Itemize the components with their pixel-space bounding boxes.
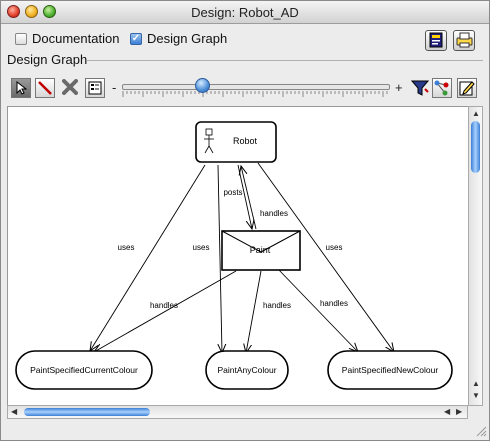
documentation-label[interactable]: Documentation — [32, 31, 119, 46]
filter-icon — [410, 80, 430, 96]
draw-edge-tool-button[interactable] — [35, 78, 55, 98]
scroll-left-arrow-icon[interactable]: ◀ — [11, 407, 17, 416]
properties-icon — [88, 81, 102, 95]
scroll-left-arrow-icon[interactable]: ◀ — [444, 407, 450, 416]
edge-label: uses — [118, 243, 135, 252]
graph-svg: uses uses uses posts handles handles han… — [15, 121, 453, 390]
scroll-right-arrow-icon[interactable]: ▶ — [456, 407, 462, 416]
print-button[interactable] — [453, 30, 475, 51]
zoom-slider-thumb[interactable] — [194, 78, 210, 93]
node-label: PaintAnyColour — [217, 365, 276, 375]
delete-tool-button[interactable] — [60, 78, 80, 98]
zoom-out-label[interactable]: - — [112, 80, 116, 95]
print-preview-button[interactable] — [425, 30, 447, 51]
design-graph-checkbox[interactable]: ✓ — [130, 33, 142, 45]
select-arrow-icon — [16, 80, 28, 95]
edge-label: handles — [260, 209, 288, 218]
edge-paint-handles-new[interactable] — [277, 268, 358, 352]
print-icon — [456, 32, 472, 48]
vertical-scroll-thumb[interactable] — [471, 121, 480, 173]
node-paint-specified-new-colour[interactable]: PaintSpecifiedNewColour — [327, 350, 453, 390]
node-paint[interactable]: Paint — [221, 230, 301, 271]
edit-button[interactable] — [457, 78, 477, 98]
design-graph-label[interactable]: Design Graph — [147, 31, 227, 46]
design-graph-canvas[interactable]: uses uses uses posts handles handles han… — [7, 106, 474, 406]
filter-button[interactable] — [410, 78, 430, 98]
layout-graph-button[interactable] — [432, 78, 452, 98]
edge-robot-posts-paint[interactable] — [237, 164, 252, 229]
edge-paint-handles-any[interactable] — [246, 270, 262, 353]
edge-label: handles — [263, 301, 291, 310]
select-tool-button[interactable] — [11, 78, 31, 98]
layout-graph-icon — [434, 80, 449, 96]
title-bar[interactable]: Design: Robot_AD — [1, 1, 489, 24]
edge-label: uses — [326, 243, 343, 252]
properties-tool-button[interactable] — [85, 78, 105, 98]
scroll-up-arrow-icon[interactable]: ▲ — [472, 109, 480, 118]
design-graph-section-label: Design Graph — [7, 52, 88, 67]
zoom-slider-track[interactable] — [122, 84, 390, 90]
edge-label: posts — [223, 188, 242, 197]
scroll-up-arrow-icon[interactable]: ▲ — [472, 379, 480, 388]
zoom-slider-ticks — [122, 91, 388, 97]
print-preview-icon — [429, 32, 443, 48]
horizontal-scroll-thumb[interactable] — [24, 408, 150, 416]
node-paint-any-colour[interactable]: PaintAnyColour — [205, 350, 289, 390]
node-label: PaintSpecifiedCurrentColour — [30, 365, 138, 375]
resize-grip-icon[interactable] — [475, 425, 487, 437]
vertical-scrollbar[interactable]: ▲ ▲ ▼ — [468, 106, 483, 406]
edge-paint-handles-robot[interactable] — [241, 166, 257, 230]
edge-label: handles — [320, 299, 348, 308]
edit-icon — [459, 81, 475, 96]
zoom-in-label[interactable]: + — [395, 80, 403, 95]
edge-label: uses — [193, 243, 210, 252]
design-window: Design: Robot_AD Documentation ✓ Design … — [0, 0, 490, 441]
edge-label: handles — [150, 301, 178, 310]
scroll-down-arrow-icon[interactable]: ▼ — [472, 391, 480, 400]
window-title: Design: Robot_AD — [191, 5, 299, 20]
node-label: Paint — [250, 245, 271, 255]
section-divider — [87, 60, 483, 61]
draw-line-icon — [38, 81, 52, 95]
documentation-checkbox[interactable] — [15, 33, 27, 45]
node-label: PaintSpecifiedNewColour — [342, 365, 439, 375]
node-robot[interactable]: Robot — [195, 121, 277, 163]
node-label: Robot — [233, 136, 258, 146]
edge-paint-handles-current[interactable] — [94, 270, 237, 352]
node-paint-specified-current-colour[interactable]: PaintSpecifiedCurrentColour — [15, 350, 153, 390]
edge-robot-uses-current[interactable] — [90, 164, 206, 351]
delete-x-icon — [62, 79, 78, 95]
view-options-row: Documentation ✓ Design Graph — [1, 28, 489, 51]
horizontal-scrollbar[interactable]: ◀ ◀ ▶ — [7, 405, 468, 419]
